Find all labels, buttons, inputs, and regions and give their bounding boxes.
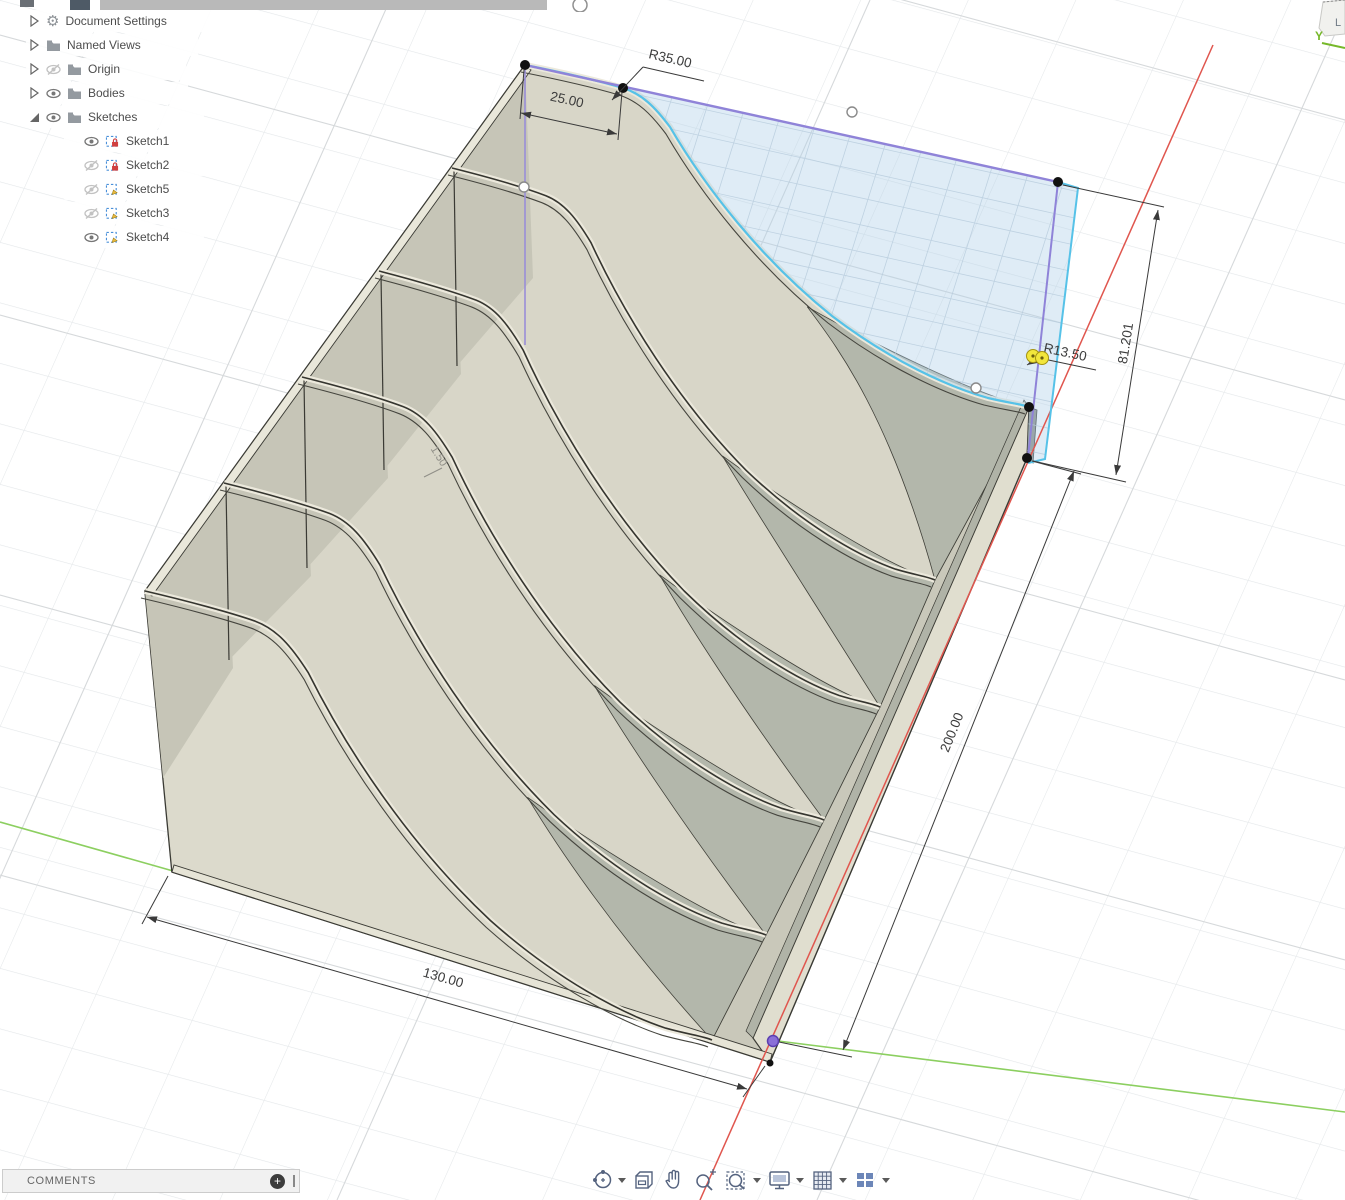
folder-icon xyxy=(46,39,61,52)
browser-item-origin[interactable]: Origin xyxy=(26,58,186,80)
visibility-eye-icon[interactable] xyxy=(46,111,61,124)
browser-item-sketch5[interactable]: Sketch5 xyxy=(64,178,204,200)
browser-item-label: Origin xyxy=(88,62,120,76)
browser-item-label: Sketch5 xyxy=(126,182,169,196)
sketch-icon-pencil xyxy=(105,207,120,220)
browser-item-label: Document Settings xyxy=(65,14,166,28)
visibility-eye-off-icon[interactable] xyxy=(84,159,99,172)
browser-item-sketch1[interactable]: Sketch1 xyxy=(64,130,204,152)
browser-item-sketch2[interactable]: Sketch2 xyxy=(64,154,204,176)
nav-toolbar xyxy=(588,1167,893,1193)
comments-bar[interactable]: COMMENTS + xyxy=(2,1169,300,1193)
browser-item-bodies[interactable]: Bodies xyxy=(26,82,188,104)
visibility-eye-off-icon[interactable] xyxy=(46,63,61,76)
fit-button[interactable] xyxy=(724,1167,761,1193)
sketch-icon-lock xyxy=(105,159,120,172)
sketch-icon-pencil xyxy=(105,183,120,196)
expand-icon[interactable] xyxy=(30,15,40,27)
zoom-button[interactable] xyxy=(692,1167,718,1193)
viewports-button[interactable] xyxy=(853,1167,890,1193)
look-at-button[interactable] xyxy=(632,1167,656,1193)
browser-item-sketches[interactable]: Sketches xyxy=(26,106,204,128)
folder-icon xyxy=(67,63,82,76)
spacer xyxy=(68,135,78,147)
folder-icon xyxy=(67,87,82,100)
expand-icon[interactable] xyxy=(30,39,40,51)
sketch-vertex[interactable] xyxy=(767,1060,774,1067)
spacer xyxy=(68,159,78,171)
visibility-eye-off-icon[interactable] xyxy=(84,183,99,196)
sketch-point[interactable] xyxy=(847,107,857,117)
collapse-icon[interactable] xyxy=(30,111,40,123)
sketch-vertex[interactable] xyxy=(1022,453,1032,463)
browser-item-label: Sketch1 xyxy=(126,134,169,148)
view-cube-axis-label: Y xyxy=(1315,29,1323,43)
viewports-dropdown[interactable] xyxy=(882,1178,890,1183)
add-comment-icon[interactable]: + xyxy=(270,1174,285,1189)
folder-icon xyxy=(67,111,82,124)
origin-point[interactable] xyxy=(768,1036,779,1047)
view-cube-y-axis xyxy=(1322,43,1345,48)
browser-item-label: Bodies xyxy=(88,86,125,100)
browser-item-label: Sketch4 xyxy=(126,230,169,244)
sketch-icon-pencil xyxy=(105,231,120,244)
view-cube-face-label[interactable]: L xyxy=(1335,17,1341,29)
visibility-eye-icon[interactable] xyxy=(84,231,99,244)
browser-item-label: Sketch2 xyxy=(126,158,169,172)
display-settings-dropdown[interactable] xyxy=(796,1178,804,1183)
browser-item-sketch4[interactable]: Sketch4 xyxy=(64,226,204,248)
visibility-eye-icon[interactable] xyxy=(46,87,61,100)
browser-item-label: Named Views xyxy=(67,38,141,52)
browser-item-document-settings[interactable]: ⚙ Document Settings xyxy=(26,10,226,32)
expand-icon[interactable] xyxy=(30,63,40,75)
visibility-eye-off-icon[interactable] xyxy=(84,207,99,220)
spacer xyxy=(68,183,78,195)
sketch-point[interactable] xyxy=(519,182,529,192)
pan-button[interactable] xyxy=(662,1167,686,1193)
browser-item-sketch3[interactable]: Sketch3 xyxy=(64,202,204,224)
orbit-button[interactable] xyxy=(591,1167,626,1193)
sketch-point[interactable] xyxy=(971,383,981,393)
orbit-dropdown[interactable] xyxy=(618,1178,626,1183)
browser-item-label: Sketch3 xyxy=(126,206,169,220)
fit-dropdown[interactable] xyxy=(753,1178,761,1183)
spacer xyxy=(68,231,78,243)
expand-icon[interactable] xyxy=(30,87,40,99)
sketch-vertex[interactable] xyxy=(1053,177,1063,187)
view-cube[interactable]: L Y xyxy=(1285,0,1345,70)
sketch-icon-lock xyxy=(105,135,120,148)
comments-resize-handle[interactable] xyxy=(293,1175,295,1187)
grid-and-snaps-button[interactable] xyxy=(810,1167,847,1193)
sketch-vertex[interactable] xyxy=(1024,402,1034,412)
grid-and-snaps-dropdown[interactable] xyxy=(839,1178,847,1183)
display-settings-button[interactable] xyxy=(767,1167,804,1193)
fusion-viewport: 25.00 R35.00 R13.50 81.201 200.00 130.00… xyxy=(0,0,1345,1200)
browser-item-label: Sketches xyxy=(88,110,137,124)
sketch-vertex[interactable] xyxy=(520,60,530,70)
visibility-eye-icon[interactable] xyxy=(84,135,99,148)
spacer xyxy=(68,207,78,219)
gear-icon: ⚙ xyxy=(46,15,59,28)
browser-item-named-views[interactable]: Named Views xyxy=(26,34,198,56)
comments-label: COMMENTS xyxy=(27,1175,270,1187)
